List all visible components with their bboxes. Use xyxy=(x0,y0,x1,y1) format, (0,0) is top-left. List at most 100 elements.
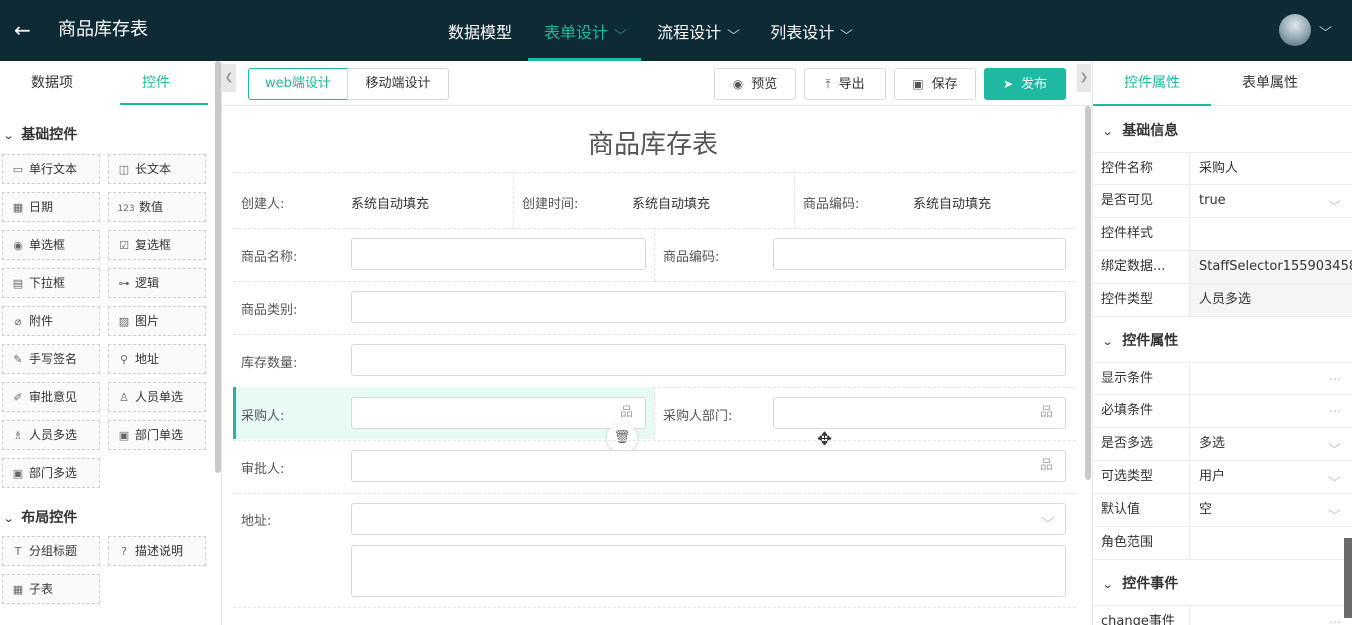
more-icon[interactable]: … xyxy=(1329,363,1341,392)
control-single-text[interactable]: ▭ 单行文本 xyxy=(2,154,100,184)
tab-form-properties[interactable]: 表单属性 xyxy=(1211,61,1329,105)
upload-icon: ⤒ xyxy=(825,77,831,91)
multi-select[interactable]: 多选 ⌵ xyxy=(1189,428,1352,460)
prop-row-style: 控件样式 xyxy=(1093,218,1352,251)
mobile-design-tab[interactable]: 移动端设计 xyxy=(347,68,449,100)
required-condition-input[interactable]: … xyxy=(1189,395,1352,427)
nav-data-model[interactable]: 数据模型 xyxy=(432,0,528,61)
avatar[interactable] xyxy=(1279,14,1311,46)
controls-panel: 数据项 控件 ⌄ 基础控件 ▭ 单行文本 ◫ 长文本 ▦ 日期 123 数值 ◉ 单选框 ☑… xyxy=(0,61,222,625)
creator-label: 创建人: xyxy=(241,197,285,212)
default-value-select[interactable]: 空 ⌵ xyxy=(1189,494,1352,526)
nav-list-design[interactable]: 列表设计 ⌵ xyxy=(754,0,867,61)
control-name-input[interactable]: 采购人 xyxy=(1189,153,1352,185)
save-icon: ▣ xyxy=(912,77,924,91)
selectable-type-select[interactable]: 用户 ⌵ xyxy=(1189,461,1352,493)
paperclip-icon: ⌀ xyxy=(14,315,22,328)
stock-quantity-label: 库存数量: xyxy=(241,356,298,371)
nav-flow-design[interactable]: 流程设计 ⌵ xyxy=(641,0,754,61)
web-design-tab[interactable]: web端设计 xyxy=(248,68,348,100)
display-condition-input[interactable]: … xyxy=(1189,363,1352,395)
role-range-input[interactable] xyxy=(1189,527,1352,559)
control-user-single[interactable]: ♙ 人员单选 xyxy=(108,382,206,412)
chevron-down-icon: ⌵ xyxy=(614,23,627,37)
basic-info-header[interactable]: ⌄ 基础信息 xyxy=(1102,120,1179,140)
control-date[interactable]: ▦ 日期 xyxy=(2,192,100,222)
collapse-left-handle[interactable]: ❮ xyxy=(222,64,236,92)
control-group-title[interactable]: T 分组标题 xyxy=(2,536,100,566)
prop-row-role-range: 角色范围 xyxy=(1093,527,1352,560)
divider xyxy=(654,228,655,281)
control-dept-multi[interactable]: ▣ 部门多选 xyxy=(2,458,100,488)
product-category-input[interactable] xyxy=(351,291,1066,323)
text-icon: T xyxy=(14,545,22,558)
help-circle-icon: ? xyxy=(121,545,127,558)
buyer-input[interactable]: 品 xyxy=(351,397,646,429)
control-props-header[interactable]: ⌄ 控件属性 xyxy=(1102,330,1179,350)
publish-button[interactable]: ➤ 发布 xyxy=(984,68,1066,100)
org-chart-icon[interactable]: 品 xyxy=(1040,398,1053,428)
tab-controls[interactable]: 控件 xyxy=(104,61,208,105)
basic-controls-header[interactable]: ⌄ 基础控件 xyxy=(3,124,78,144)
tab-control-properties[interactable]: 控件属性 xyxy=(1093,61,1211,106)
control-user-multi[interactable]: ♗ 人员多选 xyxy=(2,420,100,450)
stock-quantity-input[interactable] xyxy=(351,344,1066,376)
chevron-down-icon: ⌄ xyxy=(1101,578,1114,591)
chevron-down-icon: ⌵ xyxy=(1041,511,1055,526)
control-description[interactable]: ? 描述说明 xyxy=(108,536,206,566)
save-button[interactable]: ▣ 保存 xyxy=(894,68,976,100)
control-events-header[interactable]: ⌄ 控件事件 xyxy=(1101,573,1179,593)
collapse-right-handle[interactable]: ❯ xyxy=(1077,64,1091,92)
control-address[interactable]: ⚲ 地址 xyxy=(108,344,206,374)
prop-row-multi: 是否多选 多选 ⌵ xyxy=(1093,428,1352,461)
control-logic[interactable]: ⊶ 逻辑 xyxy=(108,268,206,298)
buyer-dept-label: 采购人部门: xyxy=(663,409,733,424)
approver-input[interactable]: 品 xyxy=(351,450,1066,482)
layout-controls-header[interactable]: ⌄ 布局控件 xyxy=(3,507,78,527)
prop-row-display-cond: 显示条件… xyxy=(1093,362,1352,395)
control-subtable[interactable]: ▦ 子表 xyxy=(2,574,100,604)
chevron-down-icon: ⌵ xyxy=(840,23,854,37)
nav-form-design[interactable]: 表单设计 ⌵ xyxy=(528,0,642,61)
org-chart-icon[interactable]: 品 xyxy=(1040,451,1053,481)
app-title: 商品库存表 xyxy=(58,19,148,40)
dropdown-icon: ▤ xyxy=(12,277,24,290)
textarea-icon: ◫ xyxy=(118,163,130,176)
design-toolbar: web端设计 移动端设计 ◉ 预览 ⤒ 导出 ▣ 保存 ➤ 发布 xyxy=(222,61,1092,106)
back-arrow-icon[interactable]: ← xyxy=(14,16,38,44)
control-number[interactable]: 123 数值 xyxy=(108,192,206,222)
address-detail-textarea[interactable] xyxy=(351,545,1066,597)
right-scroll-handle[interactable] xyxy=(1344,538,1352,618)
divider xyxy=(233,334,1076,335)
prop-row-default: 默认值空 ⌵ xyxy=(1093,494,1352,527)
tab-data-items[interactable]: 数据项 xyxy=(0,61,104,105)
prop-row-visible: 是否可见 true ⌵ xyxy=(1093,185,1352,218)
address-region-select[interactable]: ⌵ xyxy=(351,503,1066,535)
control-checkbox[interactable]: ☑ 复选框 xyxy=(108,230,206,260)
control-attachment[interactable]: ⌀ 附件 xyxy=(2,306,100,336)
product-code-input[interactable] xyxy=(773,238,1066,270)
control-image[interactable]: ▨ 图片 xyxy=(108,306,206,336)
prop-row-type: 控件类型 人员多选 xyxy=(1093,284,1352,317)
more-icon[interactable]: … xyxy=(1329,395,1341,424)
product-name-input[interactable] xyxy=(351,238,646,270)
canvas-scrollbar[interactable] xyxy=(1085,106,1091,480)
preview-button[interactable]: ◉ 预览 xyxy=(714,68,796,100)
control-long-text[interactable]: ◫ 长文本 xyxy=(108,154,206,184)
control-style-input[interactable] xyxy=(1189,218,1352,250)
control-signature[interactable]: ✎ 手写签名 xyxy=(2,344,100,374)
control-dropdown[interactable]: ▤ 下拉框 xyxy=(2,268,100,298)
chevron-down-icon[interactable]: ⌵ xyxy=(1319,20,1332,35)
change-event-input[interactable]: … xyxy=(1189,606,1352,625)
control-radio[interactable]: ◉ 单选框 xyxy=(2,230,100,260)
trash-icon[interactable]: 🗑 xyxy=(607,423,637,453)
control-dept-single[interactable]: ▣ 部门单选 xyxy=(108,420,206,450)
control-approval-opinion[interactable]: ✐ 审批意见 xyxy=(2,382,100,412)
divider xyxy=(233,172,1076,173)
edit-icon: ✐ xyxy=(13,391,23,404)
left-scrollbar[interactable] xyxy=(215,61,221,473)
visible-select[interactable]: true ⌵ xyxy=(1189,185,1352,217)
export-button[interactable]: ⤒ 导出 xyxy=(804,68,886,100)
more-icon[interactable]: … xyxy=(1329,606,1341,625)
buyer-dept-input[interactable]: 品 xyxy=(773,397,1066,429)
